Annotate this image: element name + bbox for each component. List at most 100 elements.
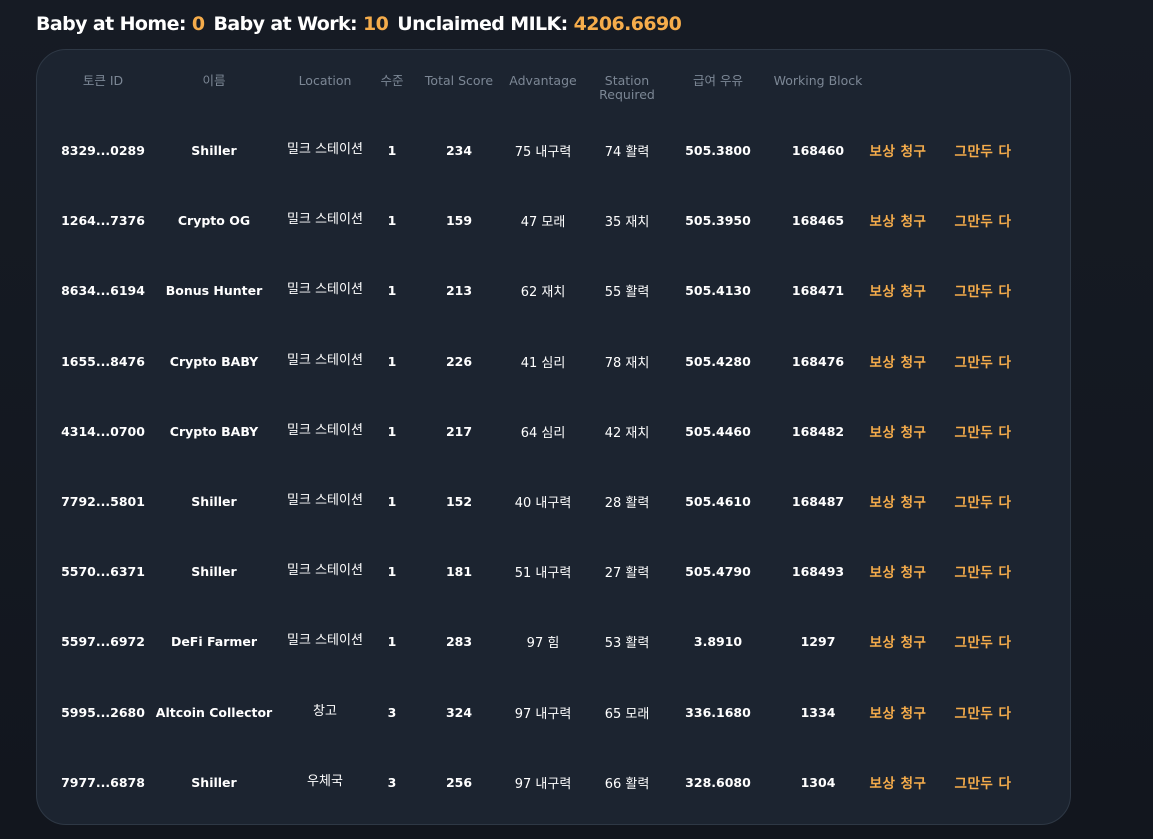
header-level: 수준	[380, 73, 404, 88]
total-score-cell: 217	[445, 423, 473, 439]
baby-at-work-stat: Baby at Work: 10	[213, 13, 388, 35]
advantage-cell: 97 내구력	[514, 776, 572, 792]
table-row: 7977...6878 Shiller 우체국 3 256 97 내구력 66 …	[37, 747, 1070, 817]
quit-button[interactable]: 그만두 다	[955, 606, 1012, 676]
header-token-id: 토큰 ID	[82, 73, 124, 88]
token-id-cell: 7792...5801	[61, 493, 145, 509]
token-id-cell: 1264...7376	[61, 212, 145, 228]
advantage-cell: 62 재치	[520, 284, 566, 300]
advantage-cell: 97 힘	[526, 635, 560, 651]
advantage-cell: 75 내구력	[514, 144, 572, 160]
unclaimed-milk-label: Unclaimed MILK:	[397, 13, 568, 35]
table-row: 5570...6371 Shiller 밀크 스테이션 1 181 51 내구력…	[37, 536, 1070, 606]
quit-button[interactable]: 그만두 다	[955, 466, 1012, 536]
level-cell: 1	[387, 282, 397, 298]
level-cell: 3	[387, 704, 397, 720]
location-cell: 밀크 스테이션	[287, 493, 363, 508]
quit-button[interactable]: 그만두 다	[955, 396, 1012, 466]
quit-button[interactable]: 그만두 다	[955, 115, 1012, 185]
advantage-cell: 47 모래	[520, 214, 566, 230]
name-cell: Shiller	[191, 774, 237, 790]
station-required-cell: 53 활력	[604, 635, 650, 651]
working-block-cell: 168493	[791, 563, 845, 579]
header-station-required: Station Required	[599, 74, 655, 102]
advantage-cell: 97 내구력	[514, 706, 572, 722]
level-cell: 3	[387, 774, 397, 790]
claim-reward-button[interactable]: 보상 청구	[870, 677, 927, 747]
quit-button[interactable]: 그만두 다	[955, 326, 1012, 396]
level-cell: 1	[387, 212, 397, 228]
station-required-cell: 28 활력	[604, 495, 650, 511]
location-cell: 밀크 스테이션	[287, 353, 363, 368]
header-station-required-line2: Required	[599, 87, 655, 102]
claim-reward-button[interactable]: 보상 청구	[870, 747, 927, 817]
level-cell: 1	[387, 493, 397, 509]
name-cell: Shiller	[191, 142, 237, 158]
table-row: 7792...5801 Shiller 밀크 스테이션 1 152 40 내구력…	[37, 466, 1070, 536]
total-score-cell: 226	[445, 353, 473, 369]
baby-at-home-value: 0	[191, 13, 205, 35]
header-total-score: Total Score	[424, 73, 494, 88]
table-row: 1655...8476 Crypto BABY 밀크 스테이션 1 226 41…	[37, 326, 1070, 396]
advantage-cell: 40 내구력	[514, 495, 572, 511]
working-babies-table: 토큰 ID 이름 Location 수준 Total Score Advanta…	[36, 49, 1071, 825]
claim-reward-button[interactable]: 보상 청구	[870, 255, 927, 325]
working-block-cell: 168471	[791, 282, 845, 298]
token-id-cell: 5570...6371	[61, 563, 145, 579]
location-cell: 밀크 스테이션	[287, 212, 363, 227]
claim-reward-button[interactable]: 보상 청구	[870, 606, 927, 676]
level-cell: 1	[387, 563, 397, 579]
working-block-cell: 168476	[791, 353, 845, 369]
baby-at-home-label: Baby at Home:	[36, 13, 186, 35]
station-required-cell: 78 재치	[604, 355, 650, 371]
header-station-required-line1: Station	[604, 73, 650, 88]
table-row: 1264...7376 Crypto OG 밀크 스테이션 1 159 47 모…	[37, 185, 1070, 255]
quit-button[interactable]: 그만두 다	[955, 255, 1012, 325]
station-required-cell: 74 활력	[604, 144, 650, 160]
working-block-cell: 168482	[791, 423, 845, 439]
location-cell: 창고	[313, 704, 337, 719]
level-cell: 1	[387, 142, 397, 158]
table-row: 4314...0700 Crypto BABY 밀크 스테이션 1 217 64…	[37, 396, 1070, 466]
header-salary: 급여 우유	[693, 73, 743, 88]
location-cell: 밀크 스테이션	[287, 423, 363, 438]
quit-button[interactable]: 그만두 다	[955, 185, 1012, 255]
total-score-cell: 324	[445, 704, 473, 720]
name-cell: Crypto BABY	[169, 423, 259, 439]
claim-reward-button[interactable]: 보상 청구	[870, 466, 927, 536]
location-cell: 밀크 스테이션	[287, 563, 363, 578]
station-required-cell: 42 재치	[604, 425, 650, 441]
claim-reward-button[interactable]: 보상 청구	[870, 536, 927, 606]
salary-cell: 336.1680	[685, 704, 751, 720]
token-id-cell: 5995...2680	[61, 704, 145, 720]
claim-reward-button[interactable]: 보상 청구	[870, 396, 927, 466]
quit-button[interactable]: 그만두 다	[955, 747, 1012, 817]
station-required-cell: 66 활력	[604, 776, 650, 792]
working-block-cell: 1334	[800, 704, 836, 720]
table-row: 8329...0289 Shiller 밀크 스테이션 1 234 75 내구력…	[37, 115, 1070, 185]
salary-cell: 505.3950	[685, 212, 751, 228]
claim-reward-button[interactable]: 보상 청구	[870, 326, 927, 396]
working-block-cell: 168460	[791, 142, 845, 158]
total-score-cell: 213	[445, 282, 473, 298]
advantage-cell: 64 심리	[520, 425, 566, 441]
total-score-cell: 181	[445, 563, 473, 579]
name-cell: Crypto BABY	[169, 353, 259, 369]
salary-cell: 505.4610	[685, 493, 751, 509]
token-id-cell: 4314...0700	[61, 423, 145, 439]
table-row: 5597...6972 DeFi Farmer 밀크 스테이션 1 283 97…	[37, 606, 1070, 676]
table-row: 8634...6194 Bonus Hunter 밀크 스테이션 1 213 6…	[37, 255, 1070, 325]
total-score-cell: 283	[445, 633, 473, 649]
name-cell: DeFi Farmer	[170, 633, 258, 649]
location-cell: 밀크 스테이션	[287, 633, 363, 648]
total-score-cell: 152	[445, 493, 473, 509]
name-cell: Altcoin Collector	[155, 704, 273, 720]
station-required-cell: 27 활력	[604, 565, 650, 581]
claim-reward-button[interactable]: 보상 청구	[870, 115, 927, 185]
quit-button[interactable]: 그만두 다	[955, 677, 1012, 747]
station-required-cell: 55 활력	[604, 284, 650, 300]
working-block-cell: 168465	[791, 212, 845, 228]
claim-reward-button[interactable]: 보상 청구	[870, 185, 927, 255]
location-cell: 우체국	[307, 774, 343, 789]
quit-button[interactable]: 그만두 다	[955, 536, 1012, 606]
